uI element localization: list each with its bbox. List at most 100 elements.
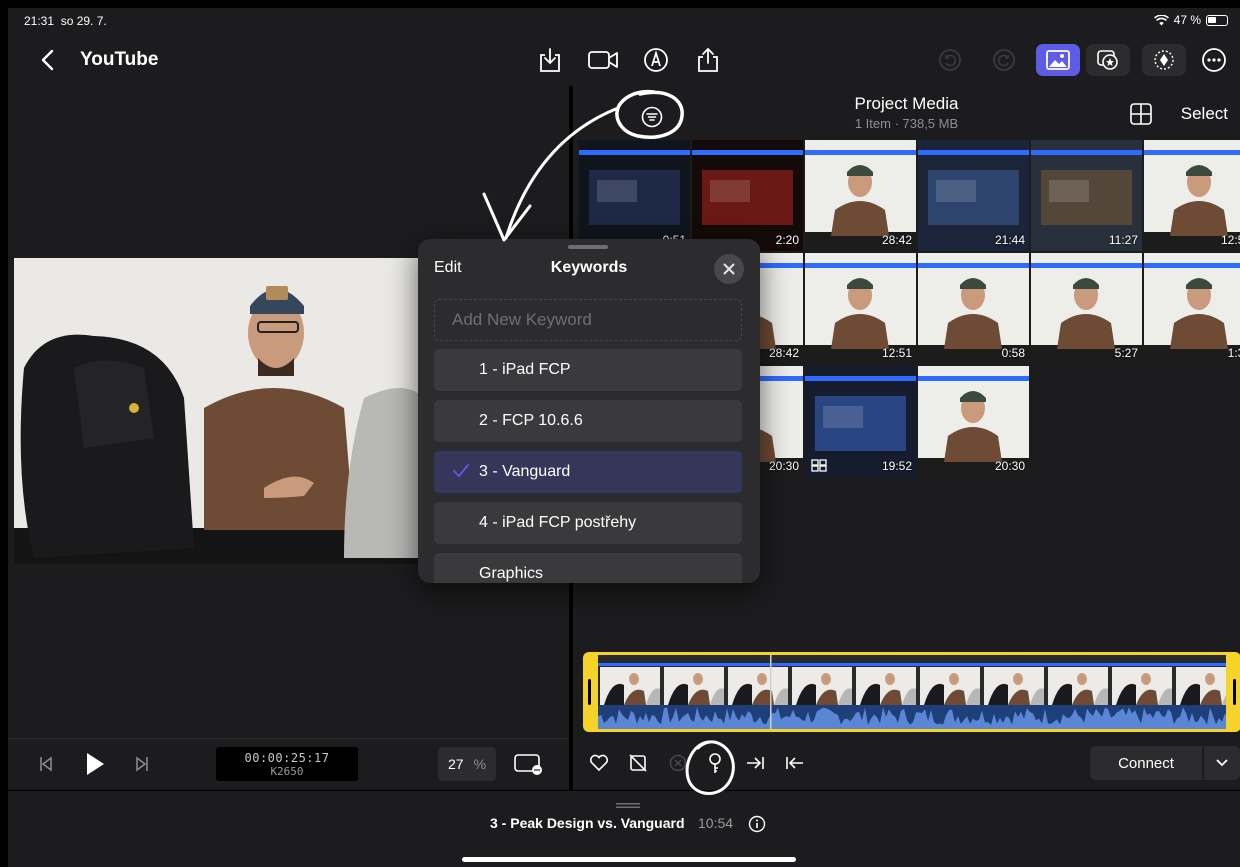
reject-icon[interactable] — [629, 754, 647, 772]
battery-percent: 47 % — [1173, 13, 1201, 27]
voiceover-icon[interactable] — [642, 46, 670, 74]
project-title[interactable]: YouTube — [80, 49, 158, 71]
keyword-label: 3 - Vanguard — [479, 463, 571, 480]
keyword-bar — [918, 263, 1029, 268]
keyword-bar — [805, 150, 916, 155]
new-keyword-input[interactable]: Add New Keyword — [434, 299, 742, 341]
keyword-item[interactable]: 2 - FCP 10.6.6 — [434, 400, 742, 442]
timeline-grabber[interactable] — [616, 803, 640, 808]
app-window: 21:31 so 29. 7. 47 % YouTube 00:00:25:17… — [8, 8, 1240, 867]
timecode: 00:00:25:17 — [244, 751, 330, 765]
close-button[interactable] — [714, 254, 744, 284]
project-name: 3 - Peak Design vs. Vanguard — [490, 815, 685, 831]
star-icon — [1097, 50, 1118, 70]
select-button[interactable]: Select — [1181, 104, 1228, 124]
home-indicator[interactable] — [462, 857, 796, 862]
video-preview[interactable] — [14, 258, 424, 564]
keyword-item[interactable]: 1 - iPad FCP — [434, 349, 742, 391]
chevron-left-icon[interactable] — [36, 46, 60, 74]
media-thumbnail[interactable]: 28:42 — [805, 140, 916, 251]
skip-forward-icon[interactable] — [134, 755, 150, 773]
checkmark-icon — [452, 463, 470, 484]
clear-rating-icon[interactable] — [669, 754, 687, 772]
camera-icon[interactable] — [586, 46, 620, 74]
clip-filmstrip — [598, 655, 1226, 729]
keyword-bar — [805, 263, 916, 268]
status-right: 47 % — [1153, 13, 1228, 27]
connect-options-button[interactable] — [1204, 746, 1240, 780]
keyword-bar — [1031, 150, 1142, 155]
close-icon — [723, 263, 735, 275]
thumbnail-duration: 21:44 — [994, 233, 1025, 247]
popover-title: Keywords — [550, 259, 628, 276]
play-icon[interactable] — [84, 751, 106, 777]
media-thumbnail[interactable]: 2:20 — [692, 140, 803, 251]
zoom-control[interactable]: 27 % — [438, 747, 496, 781]
popover-grabber[interactable] — [568, 245, 608, 249]
inspector-icon — [1154, 50, 1174, 70]
keyword-item[interactable]: 3 - Vanguard — [434, 451, 742, 493]
thumbnail-duration: 19:52 — [881, 459, 912, 473]
media-thumbnail[interactable]: 5:27 — [1031, 253, 1142, 364]
connect-button[interactable]: Connect — [1090, 746, 1202, 780]
thumbnail-duration: 28:42 — [881, 233, 912, 247]
share-icon[interactable] — [694, 46, 722, 74]
grid-view-icon[interactable] — [1129, 102, 1153, 126]
media-thumbnail[interactable]: 21:44 — [918, 140, 1029, 251]
append-icon[interactable] — [785, 755, 805, 771]
zoom-value: 27 — [447, 756, 464, 772]
bottom-bar: 3 - Peak Design vs. Vanguard 10:54 — [8, 790, 1240, 867]
timecode-display[interactable]: 00:00:25:17 K2650 — [216, 747, 358, 781]
keyword-bar — [692, 150, 803, 155]
media-thumbnail[interactable]: 0:58 — [918, 253, 1029, 364]
thumbnail-duration: 28:42 — [768, 346, 799, 360]
keyword-bar — [579, 150, 690, 155]
thumbnail-duration: 12:51 — [881, 346, 912, 360]
keyword-bar — [1031, 263, 1142, 268]
info-icon[interactable] — [748, 815, 766, 833]
skip-back-icon[interactable] — [38, 755, 54, 773]
selected-clip[interactable] — [583, 652, 1240, 732]
media-thumbnail[interactable]: 11:27 — [1031, 140, 1142, 251]
viewer-controls: 00:00:25:17 K2650 27 % — [8, 738, 569, 790]
media-thumbnail[interactable]: 1:32 — [1144, 253, 1240, 364]
keyword-bar — [805, 376, 916, 381]
keyword-bar — [1144, 150, 1240, 155]
favorite-icon[interactable] — [589, 754, 609, 772]
keyword-icon[interactable] — [707, 752, 723, 776]
chevron-down-icon — [1216, 759, 1228, 767]
import-icon[interactable] — [536, 46, 564, 74]
zoom-unit: % — [473, 756, 487, 772]
keywords-popover: Edit Keywords Add New Keyword 1 - iPad F… — [418, 239, 760, 583]
keyword-item[interactable]: 4 - iPad FCP postřehy — [434, 502, 742, 544]
keyword-bar — [1144, 263, 1240, 268]
insert-icon[interactable] — [745, 755, 765, 771]
favorites-button[interactable] — [1086, 44, 1130, 76]
keyword-item[interactable]: Graphics — [434, 553, 742, 583]
clip-handle-right[interactable] — [1233, 679, 1236, 705]
inspector-button[interactable] — [1142, 44, 1186, 76]
photos-button[interactable] — [1036, 44, 1080, 76]
thumbnail-duration: 2:20 — [775, 233, 799, 247]
thumbnail-duration: 1:32 — [1227, 346, 1240, 360]
undo-icon[interactable] — [936, 46, 964, 74]
project-duration: 10:54 — [698, 815, 734, 831]
thumbnail-duration: 0:58 — [1001, 346, 1025, 360]
thumbnail-duration: 5:27 — [1114, 346, 1138, 360]
redo-icon[interactable] — [990, 46, 1018, 74]
keyword-label: 4 - iPad FCP postřehy — [479, 514, 637, 531]
media-thumbnail[interactable]: 20:30 — [918, 366, 1029, 477]
clip-handle-left[interactable] — [588, 679, 591, 705]
status-time: 21:31 so 29. 7. — [24, 14, 107, 28]
media-thumbnail[interactable]: 12:51 — [805, 253, 916, 364]
browser-controls: Connect — [573, 738, 1240, 790]
photo-icon — [1046, 50, 1070, 70]
battery-icon — [1206, 14, 1228, 26]
media-thumbnail[interactable]: 12:57 — [1144, 140, 1240, 251]
thumbnail-duration: 11:27 — [1108, 233, 1138, 247]
keyword-bar — [918, 376, 1029, 381]
media-thumbnail[interactable]: 0:51 — [579, 140, 690, 251]
more-icon[interactable] — [1200, 46, 1228, 74]
viewer-options-icon[interactable] — [514, 753, 544, 777]
media-thumbnail[interactable]: 19:52 — [805, 366, 916, 477]
